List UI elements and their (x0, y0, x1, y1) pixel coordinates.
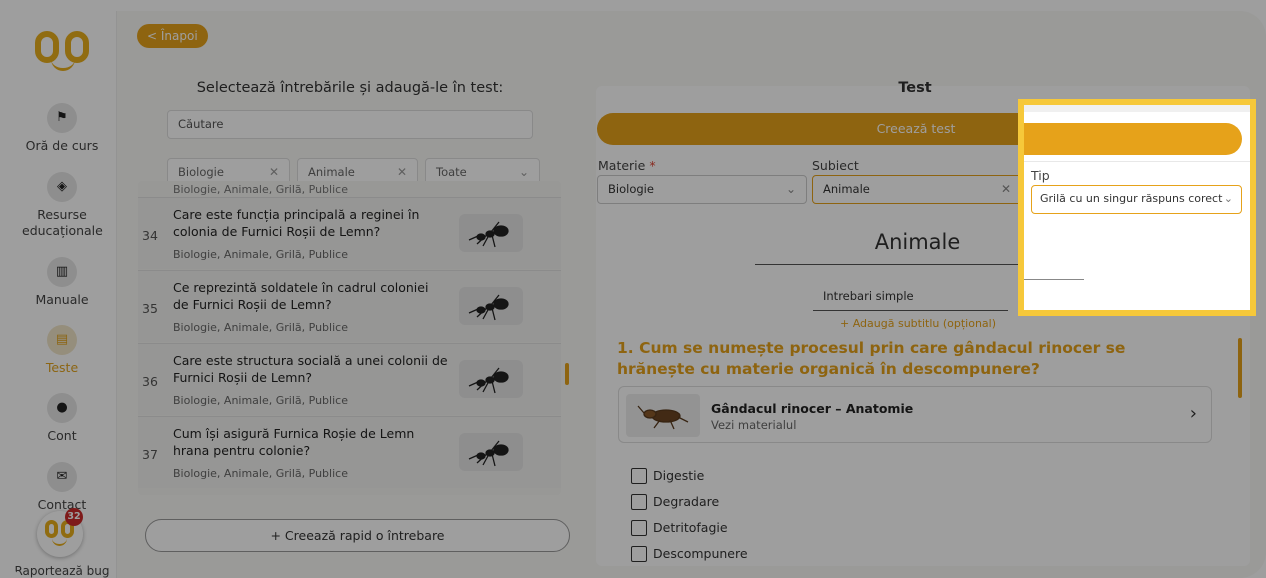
checkbox[interactable] (631, 545, 647, 562)
document-icon: ▤ (47, 325, 77, 355)
material-title: Gândacul rinocer – Anatomie (711, 401, 914, 416)
list-item[interactable]: 34 Care este funcția principală a regine… (138, 197, 561, 269)
sidebar-item-label: Teste (45, 360, 79, 375)
ant-image (459, 214, 523, 252)
beetle-image (626, 394, 700, 437)
list-item[interactable]: 37 Cum își asigură Furnica Roșie de Lemn… (138, 416, 561, 488)
sidebar-item-label: Manuale (35, 292, 89, 307)
notification-badge: 32 (65, 508, 83, 526)
checkbox[interactable] (631, 493, 647, 510)
sidebar-item-contact[interactable]: ✉ Contact (7, 462, 117, 512)
back-button[interactable]: < Înapoi (137, 24, 208, 48)
test-title: Test (898, 80, 932, 96)
report-bug-label[interactable]: Raportează bug (7, 564, 117, 578)
presentation-icon: ⚑ (47, 103, 77, 133)
checkbox[interactable] (631, 467, 647, 484)
list-item-tags: Biologie, Animale, Grilă, Publice (173, 183, 348, 196)
cube-icon: ◈ (47, 172, 77, 202)
list-item[interactable]: 35 Ce reprezintă soldatele în cadrul col… (138, 270, 561, 342)
sidebar-item-label: Cont (47, 428, 77, 443)
question-list: Biologie, Animale, Grilă, Publice 34 Car… (138, 181, 561, 495)
materie-label: Materie * (598, 158, 656, 173)
ant-image (459, 433, 523, 471)
subiect-label: Subiect (812, 158, 859, 173)
list-scrollbar[interactable] (565, 363, 569, 385)
panel-scrollbar[interactable] (1238, 338, 1242, 398)
sidebar-item-label: Oră de curs (25, 138, 99, 153)
sidebar-item-manuale[interactable]: ▥ Manuale (7, 257, 117, 307)
sidebar: ⚑ Oră de curs ◈ Resurse educaționale ▥ M… (7, 11, 117, 578)
chevron-down-icon: ⌄ (785, 182, 796, 196)
user-icon: ● (47, 393, 77, 423)
checkbox[interactable] (631, 519, 647, 536)
question-text: 1. Cum se numește procesul prin care gân… (617, 339, 1126, 378)
answer-option[interactable]: Degradare (631, 493, 719, 510)
ant-image (459, 360, 523, 398)
question-bank-title: Selectează întrebările și adaugă-le în t… (196, 80, 504, 96)
section-title-input[interactable]: Intrebari simple (813, 283, 1008, 311)
sidebar-item-cont[interactable]: ● Cont (7, 393, 117, 443)
book-icon: ▥ (47, 257, 77, 287)
materie-select[interactable]: Biologie ⌄ (597, 175, 807, 204)
answer-option[interactable]: Descompunere (631, 545, 748, 562)
clear-icon[interactable]: ✕ (1001, 176, 1011, 203)
chevron-right-icon[interactable]: › (1190, 403, 1197, 424)
material-link[interactable]: Vezi materialul (711, 418, 796, 432)
answer-option[interactable]: Detritofagie (631, 519, 728, 536)
material-card[interactable]: Gândacul rinocer – Anatomie Vezi materia… (618, 386, 1212, 443)
ant-image (459, 287, 523, 325)
mail-icon: ✉ (47, 462, 77, 492)
answer-option[interactable]: Digestie (631, 467, 704, 484)
sidebar-item-label: Resurse educaționale (22, 207, 103, 238)
sidebar-item-teste[interactable]: ▤ Teste (7, 325, 117, 375)
search-input[interactable]: Căutare (167, 110, 533, 139)
add-subtitle-link[interactable]: + Adaugă subtitlu (opțional) (840, 317, 996, 330)
subiect-select[interactable]: Animale ✕ (812, 175, 1022, 204)
sidebar-item-ora-de-curs[interactable]: ⚑ Oră de curs (7, 103, 117, 153)
quick-create-question-button[interactable]: + Creează rapid o întrebare (145, 519, 570, 552)
list-item[interactable]: 36 Care este structura socială a unei co… (138, 343, 561, 415)
highlight-frame (1018, 99, 1256, 316)
app-logo[interactable] (35, 29, 93, 77)
sidebar-item-resurse[interactable]: ◈ Resurse educaționale (7, 172, 117, 239)
